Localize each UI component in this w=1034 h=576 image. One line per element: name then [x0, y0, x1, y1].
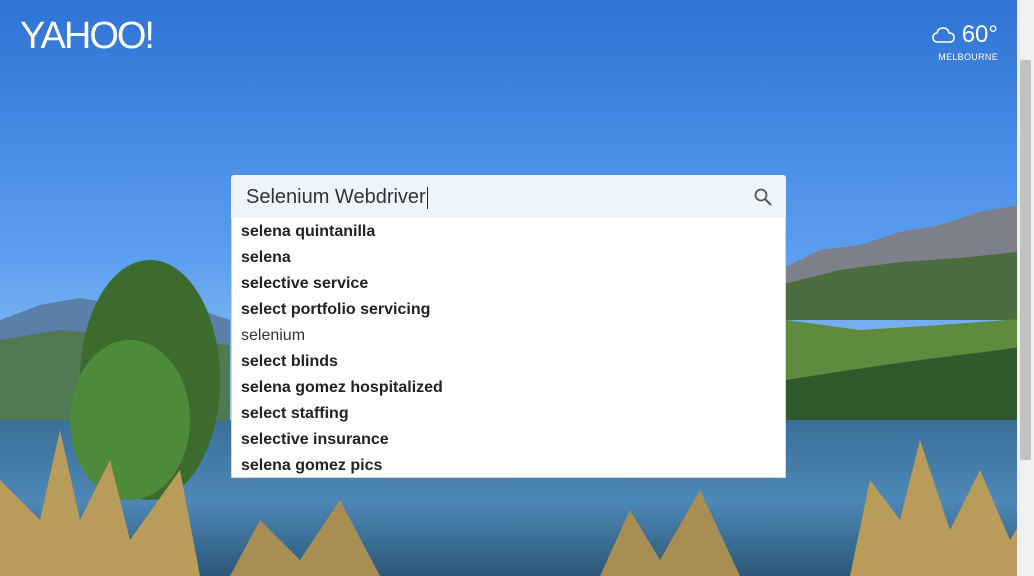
search-icon[interactable] — [754, 188, 772, 206]
text-caret — [427, 187, 428, 209]
search-input[interactable] — [246, 183, 726, 211]
suggestion-item[interactable]: selena gomez hospitalized — [232, 376, 785, 402]
search-suggestions-dropdown: selena quintanilla selena selective serv… — [231, 218, 786, 478]
suggestion-item[interactable]: selective service — [232, 272, 785, 298]
suggestion-item[interactable]: selena quintanilla — [232, 220, 785, 246]
suggestion-item[interactable]: selena gomez pics — [232, 454, 785, 480]
suggestion-item[interactable]: selective insurance — [232, 428, 785, 454]
scrollbar-thumb[interactable] — [1020, 60, 1031, 460]
suggestion-item[interactable]: select blinds — [232, 350, 785, 376]
yahoo-homepage: YAHOO! 60° MELBOURNE selena quintanilla … — [0, 0, 1034, 576]
cloud-icon — [931, 27, 955, 43]
suggestion-item[interactable]: selenium — [232, 324, 785, 350]
suggestion-item[interactable]: selena — [232, 246, 785, 272]
weather-location: MELBOURNE — [938, 52, 998, 62]
weather-widget[interactable]: 60° MELBOURNE — [931, 20, 998, 62]
suggestion-item[interactable]: select portfolio servicing — [232, 298, 785, 324]
yahoo-logo[interactable]: YAHOO! — [20, 14, 155, 58]
weather-temperature: 60° — [961, 21, 998, 48]
vertical-scrollbar[interactable] — [1017, 0, 1034, 576]
suggestion-item[interactable]: select staffing — [232, 402, 785, 428]
search-bar — [231, 175, 786, 218]
